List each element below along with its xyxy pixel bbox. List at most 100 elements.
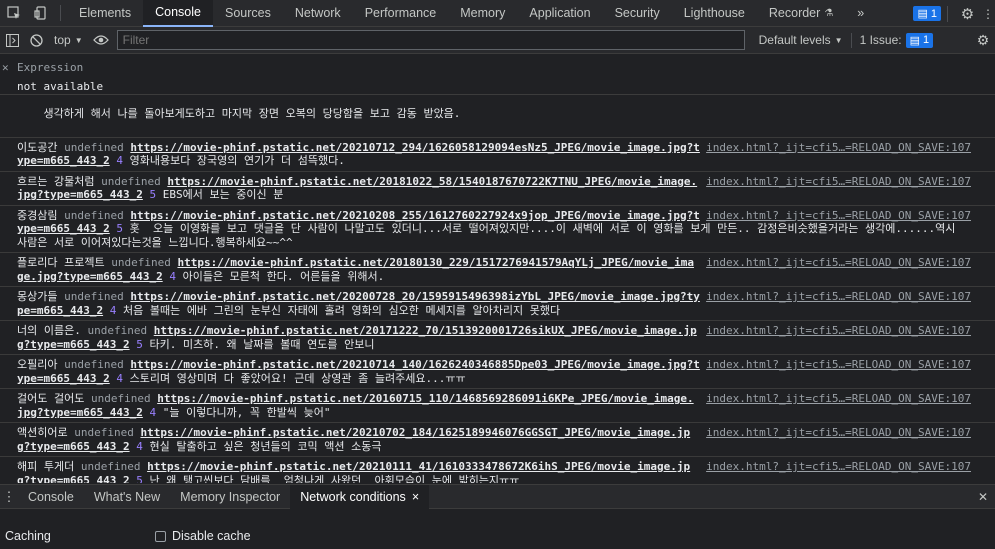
console-message: index.html?_ijt=cfi5…=RELOAD_ON_SAVE:107…	[0, 321, 995, 355]
undefined-value: undefined	[101, 174, 161, 188]
undefined-value: undefined	[64, 208, 124, 222]
message-source-link[interactable]: index.html?_ijt=cfi5…=RELOAD_ON_SAVE:107	[706, 426, 971, 440]
checkbox-box[interactable]	[155, 530, 166, 542]
movie-title: 플로리다 프로젝트	[17, 256, 105, 269]
tab-security[interactable]: Security	[603, 0, 672, 27]
more-options-icon[interactable]: ⋮	[981, 0, 995, 27]
undefined-value: undefined	[64, 140, 124, 154]
console-message: index.html?_ijt=cfi5…=RELOAD_ON_SAVE:107…	[0, 355, 995, 389]
live-expression-eye-icon[interactable]	[89, 27, 113, 54]
drawer-menu-icon[interactable]: ⋮	[0, 489, 18, 505]
tab-application[interactable]: Application	[517, 0, 602, 27]
issues-label: 1 Issue:	[859, 33, 902, 47]
expression-input[interactable]: Expression	[17, 61, 83, 74]
message-text: 생각하게 해서 나를 돌아보게도하고 마지막 장면 오복의 당당함을 보고 감동…	[43, 106, 461, 120]
console-message: index.html?_ijt=cfi5…=RELOAD_ON_SAVE:107…	[0, 253, 995, 287]
flask-icon: ⚗	[824, 7, 834, 19]
toolbar-divider	[60, 5, 61, 21]
disable-cache-checkbox[interactable]: Disable cache	[155, 529, 251, 543]
message-source-link[interactable]: index.html?_ijt=cfi5…=RELOAD_ON_SAVE:107	[706, 175, 971, 189]
message-icon: ▤	[917, 8, 928, 20]
drawer-tab-label: Network conditions	[300, 489, 406, 504]
console-message-partial: 생각하게 해서 나를 돌아보게도하고 마지막 장면 오복의 당당함을 보고 감동…	[0, 96, 995, 138]
movie-title: 액션히어로	[17, 426, 68, 439]
console-message: index.html?_ijt=cfi5…=RELOAD_ON_SAVE:107…	[0, 423, 995, 457]
more-tabs-button[interactable]: »	[845, 0, 876, 27]
review-text: 영화내용보다 장국영의 연기가 더 섬뜩했다.	[129, 154, 345, 167]
tab-sources[interactable]: Sources	[213, 0, 283, 27]
console-settings-gear-icon[interactable]: ⚙	[971, 27, 995, 54]
log-levels-dropdown[interactable]: Default levels ▼	[751, 33, 851, 47]
undefined-value: undefined	[90, 392, 151, 405]
message-source-link[interactable]: index.html?_ijt=cfi5…=RELOAD_ON_SAVE:107	[706, 460, 971, 474]
expression-value: not available	[17, 80, 104, 93]
message-source-link[interactable]: index.html?_ijt=cfi5…=RELOAD_ON_SAVE:107	[706, 209, 971, 223]
device-toolbar-icon[interactable]	[27, 0, 54, 27]
message-source-link[interactable]: index.html?_ijt=cfi5…=RELOAD_ON_SAVE:107	[706, 324, 971, 338]
drawer-tab-console[interactable]: Console	[18, 485, 84, 509]
message-source-link[interactable]: index.html?_ijt=cfi5…=RELOAD_ON_SAVE:107	[706, 358, 971, 372]
context-label: top	[54, 33, 71, 47]
dropdown-arrow-icon: ▼	[74, 35, 83, 45]
review-text: 현실 탈출하고 싶은 청년들의 코믹 액션 소동극	[149, 439, 382, 453]
devtools-main-toolbar: Elements Console Sources Network Perform…	[0, 0, 995, 27]
rating-number: 4	[136, 439, 143, 453]
undefined-value: undefined	[111, 256, 171, 269]
tab-console[interactable]: Console	[143, 0, 213, 27]
rating-number: 4	[169, 269, 176, 283]
sidebar-toggle-icon[interactable]	[0, 27, 24, 54]
issues-counter[interactable]: 1 Issue: ▤ 1	[850, 32, 934, 48]
review-text: 아이들은 모른척 한다. 어른들을 위해서.	[182, 269, 385, 283]
drawer-tabbar: ⋮ Console What's New Memory Inspector Ne…	[0, 484, 995, 509]
console-message: index.html?_ijt=cfi5…=RELOAD_ON_SAVE:107…	[0, 206, 995, 253]
toolbar-divider	[947, 5, 948, 22]
context-selector[interactable]: top ▼	[48, 33, 89, 47]
clear-console-icon[interactable]	[24, 27, 48, 54]
messages-badge[interactable]: ▤ 1	[913, 6, 941, 21]
rating-number: 4	[149, 405, 157, 419]
tab-elements[interactable]: Elements	[67, 0, 143, 27]
tab-lighthouse[interactable]: Lighthouse	[672, 0, 757, 27]
rating-number: 5	[116, 222, 123, 235]
review-text: 난 왜 탱고씬보다 담배를 엄청나게 사왔던 아휘모습이 눈에 밟히는지ㅠㅠ	[149, 473, 520, 484]
undefined-value: undefined	[64, 358, 124, 371]
review-text: EBS에서 보는 중이신 분	[162, 188, 284, 201]
message-source-link[interactable]: index.html?_ijt=cfi5…=RELOAD_ON_SAVE:107	[706, 141, 971, 155]
issues-count: 1	[923, 34, 930, 46]
drawer-tab-memory-inspector[interactable]: Memory Inspector	[170, 485, 290, 509]
inspect-element-icon[interactable]	[0, 0, 27, 27]
undefined-value: undefined	[64, 290, 124, 303]
drawer-tab-network-conditions[interactable]: Network conditions ×	[290, 484, 430, 509]
close-tab-icon[interactable]: ×	[412, 490, 419, 504]
rating-number: 4	[116, 154, 123, 167]
rating-number: 5	[149, 188, 157, 201]
settings-gear-icon[interactable]: ⚙	[954, 0, 981, 27]
tab-performance[interactable]: Performance	[353, 0, 449, 27]
remove-expression-close-icon[interactable]: ✕	[2, 61, 9, 74]
tab-recorder[interactable]: Recorder ⚗	[757, 0, 845, 27]
undefined-value: undefined	[74, 426, 134, 439]
movie-title: 몽상가들	[17, 290, 58, 303]
message-source-link[interactable]: index.html?_ijt=cfi5…=RELOAD_ON_SAVE:107	[706, 392, 971, 406]
movie-title: 중경삼림	[17, 208, 58, 222]
message-source-link[interactable]: index.html?_ijt=cfi5…=RELOAD_ON_SAVE:107	[706, 256, 971, 270]
live-expression: ✕ Expression not available	[0, 55, 995, 95]
review-text: 스토리며 영상미며 다 좋았어요! 근데 상영관 좀 늘려주세요...ㅠㅠ	[129, 371, 466, 385]
console-messages[interactable]: 생각하게 해서 나를 돌아보게도하고 마지막 장면 오복의 당당함을 보고 감동…	[0, 96, 995, 483]
message-source-link[interactable]: index.html?_ijt=cfi5…=RELOAD_ON_SAVE:107	[706, 290, 971, 304]
movie-title: 이도공간	[17, 140, 58, 154]
tab-memory[interactable]: Memory	[448, 0, 517, 27]
filter-input[interactable]	[116, 30, 745, 50]
rating-number: 5	[136, 473, 143, 484]
console-message: index.html?_ijt=cfi5…=RELOAD_ON_SAVE:107…	[0, 138, 995, 172]
tab-network[interactable]: Network	[283, 0, 353, 27]
review-text: "늘 이렇다니까, 꼭 한발씩 늦어"	[162, 405, 331, 419]
console-message: index.html?_ijt=cfi5…=RELOAD_ON_SAVE:107…	[0, 287, 995, 321]
rating-number: 4	[116, 371, 123, 385]
close-drawer-icon[interactable]: ✕	[971, 485, 995, 509]
network-conditions-panel: Caching Disable cache	[0, 510, 995, 549]
drawer-tab-whats-new[interactable]: What's New	[84, 485, 170, 509]
messages-count: 1	[930, 7, 937, 20]
tab-recorder-label: Recorder	[768, 6, 821, 20]
review-text: 타키. 미츠하. 왜 날짜를 볼때 연도를 안보니	[149, 337, 375, 351]
